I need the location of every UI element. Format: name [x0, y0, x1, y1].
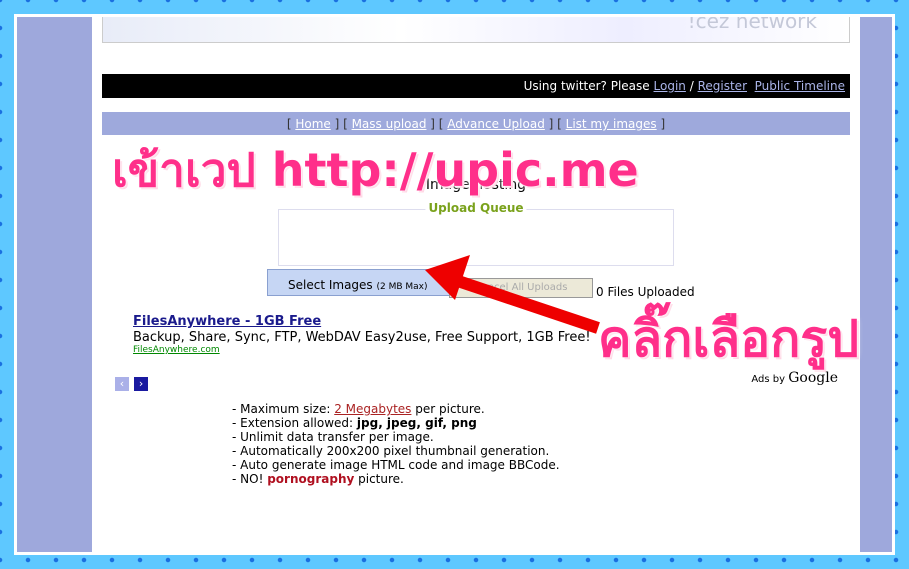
red-arrow-icon	[425, 255, 600, 334]
overlay-visit-text: เข้าเวป http://upic.me	[112, 143, 639, 197]
overlay-click-text: คลิ๊กเลือกรูป	[598, 310, 859, 368]
